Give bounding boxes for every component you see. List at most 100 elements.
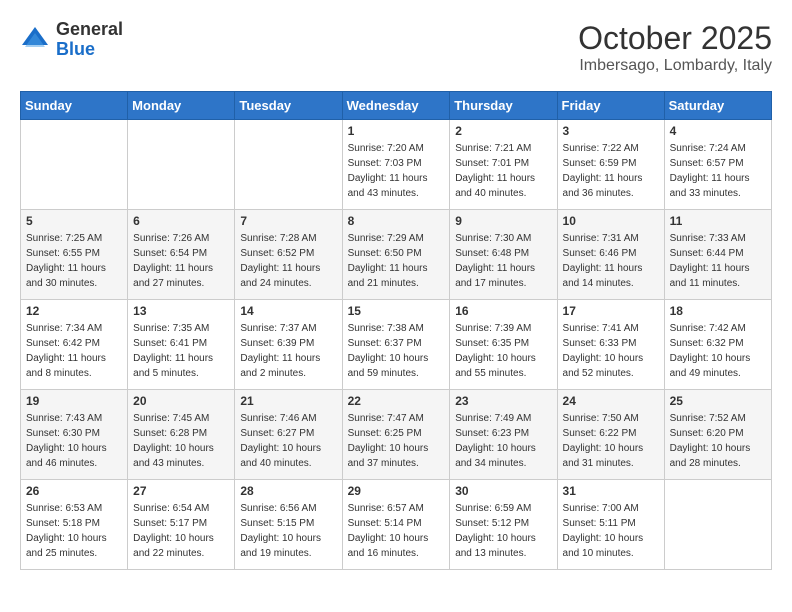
calendar-cell: 10Sunrise: 7:31 AM Sunset: 6:46 PM Dayli… [557, 210, 664, 300]
header-sunday: Sunday [21, 92, 128, 120]
days-header-row: Sunday Monday Tuesday Wednesday Thursday… [21, 92, 772, 120]
day-number: 28 [240, 484, 336, 498]
logo: General Blue [20, 20, 123, 60]
logo-blue-text: Blue [56, 40, 123, 60]
calendar-cell: 5 Sunrise: 7:25 AM Sunset: 6:55 PM Daylig… [21, 210, 128, 300]
calendar-cell: 21 Sunrise: 7:46 AM Sunset: 6:27 PM Dayli… [235, 390, 342, 480]
calendar-header: Sunday Monday Tuesday Wednesday Thursday… [21, 92, 772, 120]
calendar-week-2: 5 Sunrise: 7:25 AM Sunset: 6:55 PM Daylig… [21, 210, 772, 300]
calendar-cell: 26 Sunrise: 6:53 AM Sunset: 5:18 PM Dayli… [21, 480, 128, 570]
day-info: Sunrise: 7:47 AM Sunset: 6:25 PM Dayligh… [348, 411, 445, 471]
day-number: 17 [563, 304, 659, 318]
day-info: Sunrise: 7:46 AM Sunset: 6:27 PM Dayligh… [240, 411, 336, 471]
calendar-cell: 3Sunrise: 7:22 AM Sunset: 6:59 PM Daylig… [557, 120, 664, 210]
calendar-cell: 18 Sunrise: 7:42 AM Sunset: 6:32 PM Dayli… [664, 300, 771, 390]
day-info: Sunrise: 6:59 AM Sunset: 5:12 PM Dayligh… [455, 501, 551, 561]
calendar-cell [21, 120, 128, 210]
day-number: 23 [455, 394, 551, 408]
day-number: 1 [348, 124, 445, 138]
calendar-cell: 17Sunrise: 7:41 AM Sunset: 6:33 PM Dayli… [557, 300, 664, 390]
day-info: Sunrise: 7:00 AM Sunset: 5:11 PM Dayligh… [563, 501, 659, 561]
calendar-cell: 1 Sunrise: 7:20 AM Sunset: 7:03 PM Daylig… [342, 120, 450, 210]
day-info: Sunrise: 7:37 AM Sunset: 6:39 PM Dayligh… [240, 321, 336, 381]
header-tuesday: Tuesday [235, 92, 342, 120]
day-number: 2 [455, 124, 551, 138]
day-number: 14 [240, 304, 336, 318]
header-wednesday: Wednesday [342, 92, 450, 120]
day-number: 15 [348, 304, 445, 318]
day-info: Sunrise: 7:45 AM Sunset: 6:28 PM Dayligh… [133, 411, 229, 471]
day-number: 25 [670, 394, 766, 408]
day-info: Sunrise: 7:25 AM Sunset: 6:55 PM Dayligh… [26, 231, 122, 291]
day-number: 3 [563, 124, 659, 138]
header-saturday: Saturday [664, 92, 771, 120]
day-info: Sunrise: 7:24 AM Sunset: 6:57 PM Dayligh… [670, 141, 766, 201]
day-number: 5 [26, 214, 122, 228]
location-text: Imbersago, Lombardy, Italy [578, 57, 772, 75]
calendar-cell: 7 Sunrise: 7:28 AM Sunset: 6:52 PM Daylig… [235, 210, 342, 300]
day-info: Sunrise: 7:33 AM Sunset: 6:44 PM Dayligh… [670, 231, 766, 291]
calendar-cell: 28 Sunrise: 6:56 AM Sunset: 5:15 PM Dayli… [235, 480, 342, 570]
day-number: 31 [563, 484, 659, 498]
calendar-cell: 22 Sunrise: 7:47 AM Sunset: 6:25 PM Dayli… [342, 390, 450, 480]
calendar-cell: 20 Sunrise: 7:45 AM Sunset: 6:28 PM Dayli… [128, 390, 235, 480]
day-info: Sunrise: 6:53 AM Sunset: 5:18 PM Dayligh… [26, 501, 122, 561]
day-number: 11 [670, 214, 766, 228]
day-info: Sunrise: 6:57 AM Sunset: 5:14 PM Dayligh… [348, 501, 445, 561]
calendar-cell: 16Sunrise: 7:39 AM Sunset: 6:35 PM Dayli… [450, 300, 557, 390]
day-info: Sunrise: 7:39 AM Sunset: 6:35 PM Dayligh… [455, 321, 551, 381]
day-info: Sunrise: 7:29 AM Sunset: 6:50 PM Dayligh… [348, 231, 445, 291]
day-info: Sunrise: 7:42 AM Sunset: 6:32 PM Dayligh… [670, 321, 766, 381]
day-info: Sunrise: 7:49 AM Sunset: 6:23 PM Dayligh… [455, 411, 551, 471]
day-number: 7 [240, 214, 336, 228]
logo-text: General Blue [56, 20, 123, 60]
day-number: 8 [348, 214, 445, 228]
page-header: General Blue October 2025 Imbersago, Lom… [20, 20, 772, 75]
calendar-week-3: 12Sunrise: 7:34 AM Sunset: 6:42 PM Dayli… [21, 300, 772, 390]
calendar-cell: 29 Sunrise: 6:57 AM Sunset: 5:14 PM Dayli… [342, 480, 450, 570]
month-title: October 2025 [578, 20, 772, 57]
calendar-cell: 23 Sunrise: 7:49 AM Sunset: 6:23 PM Dayli… [450, 390, 557, 480]
calendar-cell: 14 Sunrise: 7:37 AM Sunset: 6:39 PM Dayli… [235, 300, 342, 390]
day-info: Sunrise: 7:31 AM Sunset: 6:46 PM Dayligh… [563, 231, 659, 291]
calendar-cell [235, 120, 342, 210]
day-number: 29 [348, 484, 445, 498]
calendar-cell: 4Sunrise: 7:24 AM Sunset: 6:57 PM Daylig… [664, 120, 771, 210]
day-number: 22 [348, 394, 445, 408]
calendar-cell: 15 Sunrise: 7:38 AM Sunset: 6:37 PM Dayli… [342, 300, 450, 390]
day-info: Sunrise: 6:54 AM Sunset: 5:17 PM Dayligh… [133, 501, 229, 561]
day-number: 27 [133, 484, 229, 498]
day-number: 12 [26, 304, 122, 318]
calendar-week-5: 26 Sunrise: 6:53 AM Sunset: 5:18 PM Dayli… [21, 480, 772, 570]
title-section: October 2025 Imbersago, Lombardy, Italy [578, 20, 772, 75]
calendar-cell: 25Sunrise: 7:52 AM Sunset: 6:20 PM Dayli… [664, 390, 771, 480]
day-number: 6 [133, 214, 229, 228]
calendar-cell: 12Sunrise: 7:34 AM Sunset: 6:42 PM Dayli… [21, 300, 128, 390]
header-friday: Friday [557, 92, 664, 120]
day-number: 26 [26, 484, 122, 498]
day-info: Sunrise: 7:28 AM Sunset: 6:52 PM Dayligh… [240, 231, 336, 291]
calendar-cell: 2 Sunrise: 7:21 AM Sunset: 7:01 PM Daylig… [450, 120, 557, 210]
day-number: 24 [563, 394, 659, 408]
calendar-cell: 31 Sunrise: 7:00 AM Sunset: 5:11 PM Dayli… [557, 480, 664, 570]
day-info: Sunrise: 7:35 AM Sunset: 6:41 PM Dayligh… [133, 321, 229, 381]
day-info: Sunrise: 7:20 AM Sunset: 7:03 PM Dayligh… [348, 141, 445, 201]
day-number: 18 [670, 304, 766, 318]
day-info: Sunrise: 6:56 AM Sunset: 5:15 PM Dayligh… [240, 501, 336, 561]
day-info: Sunrise: 7:43 AM Sunset: 6:30 PM Dayligh… [26, 411, 122, 471]
calendar-table: Sunday Monday Tuesday Wednesday Thursday… [20, 91, 772, 570]
day-info: Sunrise: 7:50 AM Sunset: 6:22 PM Dayligh… [563, 411, 659, 471]
day-info: Sunrise: 7:30 AM Sunset: 6:48 PM Dayligh… [455, 231, 551, 291]
day-info: Sunrise: 7:38 AM Sunset: 6:37 PM Dayligh… [348, 321, 445, 381]
calendar-cell: 19Sunrise: 7:43 AM Sunset: 6:30 PM Dayli… [21, 390, 128, 480]
day-info: Sunrise: 7:21 AM Sunset: 7:01 PM Dayligh… [455, 141, 551, 201]
day-number: 9 [455, 214, 551, 228]
calendar-cell: 27 Sunrise: 6:54 AM Sunset: 5:17 PM Dayli… [128, 480, 235, 570]
calendar-cell: 9 Sunrise: 7:30 AM Sunset: 6:48 PM Daylig… [450, 210, 557, 300]
calendar-cell: 24 Sunrise: 7:50 AM Sunset: 6:22 PM Dayli… [557, 390, 664, 480]
day-number: 30 [455, 484, 551, 498]
day-number: 21 [240, 394, 336, 408]
calendar-body: 1 Sunrise: 7:20 AM Sunset: 7:03 PM Daylig… [21, 120, 772, 570]
calendar-cell [664, 480, 771, 570]
day-number: 20 [133, 394, 229, 408]
